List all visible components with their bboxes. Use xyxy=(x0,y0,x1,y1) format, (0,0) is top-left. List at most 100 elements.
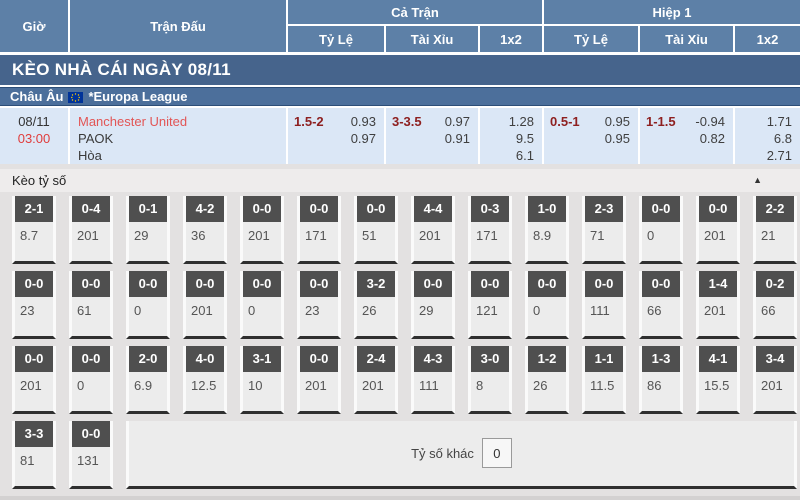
score-tile[interactable]: 0-0 xyxy=(72,271,110,297)
league-bar[interactable]: Châu Âu *Europa League xyxy=(0,87,800,106)
score-bet-cell[interactable]: 1-226 xyxy=(525,346,569,414)
half-1x2-draw[interactable]: 2.71 xyxy=(735,147,792,164)
score-tile[interactable]: 0-0 xyxy=(243,196,281,222)
score-tile[interactable]: 2-2 xyxy=(756,196,794,222)
half-handicap-odds-away[interactable]: 0.95 xyxy=(605,130,630,147)
score-bet-cell[interactable]: 4-4201 xyxy=(411,196,455,264)
score-tile[interactable]: 0-0 xyxy=(642,196,680,222)
score-bet-cell[interactable]: 0-3171 xyxy=(468,196,512,264)
score-tile[interactable]: 1-4 xyxy=(699,271,737,297)
score-bet-cell[interactable]: 1-08.9 xyxy=(525,196,569,264)
score-tile[interactable]: 0-4 xyxy=(72,196,110,222)
full-overunder-cell[interactable]: 3-3.5 0.97 0.91 xyxy=(386,108,480,164)
score-tile[interactable]: 0-0 xyxy=(699,196,737,222)
other-score-value-box[interactable]: 0 xyxy=(482,438,512,468)
half-handicap-cell[interactable]: 0.5-1 0.95 0.95 xyxy=(544,108,640,164)
score-tile[interactable]: 0-0 xyxy=(642,271,680,297)
score-tile[interactable]: 2-1 xyxy=(15,196,53,222)
score-tile[interactable]: 4-2 xyxy=(186,196,224,222)
score-bet-cell[interactable]: 1-111.5 xyxy=(582,346,626,414)
score-tile[interactable]: 1-1 xyxy=(585,346,623,372)
other-score-cell[interactable]: Tỷ số khác0 xyxy=(126,421,797,489)
score-tile[interactable]: 3-2 xyxy=(357,271,395,297)
score-bet-cell[interactable]: 0-061 xyxy=(69,271,113,339)
score-bet-cell[interactable]: 0-051 xyxy=(354,196,398,264)
away-team[interactable]: PAOK xyxy=(78,130,286,147)
score-tile[interactable]: 0-0 xyxy=(414,271,452,297)
score-tile[interactable]: 3-3 xyxy=(15,421,53,447)
score-bet-cell[interactable]: 0-0201 xyxy=(297,346,341,414)
score-tile[interactable]: 4-3 xyxy=(414,346,452,372)
score-bet-cell[interactable]: 0-00 xyxy=(240,271,284,339)
score-tile[interactable]: 4-0 xyxy=(186,346,224,372)
score-tile[interactable]: 0-0 xyxy=(585,271,623,297)
score-tile[interactable]: 2-3 xyxy=(585,196,623,222)
score-bet-cell[interactable]: 2-4201 xyxy=(354,346,398,414)
score-tile[interactable]: 0-0 xyxy=(300,196,338,222)
score-bet-cell[interactable]: 4-012.5 xyxy=(183,346,227,414)
score-tile[interactable]: 0-0 xyxy=(528,271,566,297)
score-tile[interactable]: 0-1 xyxy=(129,196,167,222)
score-bet-cell[interactable]: 0-023 xyxy=(12,271,56,339)
score-tile[interactable]: 0-2 xyxy=(756,271,794,297)
full-1x2-away[interactable]: 9.5 xyxy=(480,130,534,147)
score-bet-cell[interactable]: 0-00 xyxy=(639,196,683,264)
score-bet-cell[interactable]: 0-0201 xyxy=(240,196,284,264)
score-tile[interactable]: 2-0 xyxy=(129,346,167,372)
full-handicap-odds-home[interactable]: 0.93 xyxy=(351,113,376,130)
score-bet-cell[interactable]: 3-226 xyxy=(354,271,398,339)
half-1x2-home[interactable]: 1.71 xyxy=(735,113,792,130)
score-bet-cell[interactable]: 2-371 xyxy=(582,196,626,264)
half-handicap-odds-home[interactable]: 0.95 xyxy=(605,113,630,130)
score-tile[interactable]: 0-3 xyxy=(471,196,509,222)
score-bet-cell[interactable]: 0-0131 xyxy=(69,421,113,489)
collapse-triangle-icon[interactable]: ▲ xyxy=(753,175,762,185)
correct-score-header[interactable]: Kèo tỷ số ▲ xyxy=(0,169,800,192)
score-bet-cell[interactable]: 2-221 xyxy=(753,196,797,264)
score-bet-cell[interactable]: 0-066 xyxy=(639,271,683,339)
score-bet-cell[interactable]: 4-3111 xyxy=(411,346,455,414)
score-tile[interactable]: 3-1 xyxy=(243,346,281,372)
full-handicap-cell[interactable]: 1.5-2 0.93 0.97 xyxy=(288,108,386,164)
full-over-odds[interactable]: 0.97 xyxy=(445,113,470,130)
full-handicap-odds-away[interactable]: 0.97 xyxy=(351,130,376,147)
score-bet-cell[interactable]: 2-06.9 xyxy=(126,346,170,414)
score-bet-cell[interactable]: 2-18.7 xyxy=(12,196,56,264)
half-1x2-away[interactable]: 6.8 xyxy=(735,130,792,147)
score-tile[interactable]: 1-3 xyxy=(642,346,680,372)
score-tile[interactable]: 4-1 xyxy=(699,346,737,372)
score-bet-cell[interactable]: 1-4201 xyxy=(696,271,740,339)
full-under-odds[interactable]: 0.91 xyxy=(445,130,470,147)
score-bet-cell[interactable]: 0-00 xyxy=(69,346,113,414)
score-tile[interactable]: 0-0 xyxy=(129,271,167,297)
score-bet-cell[interactable]: 0-00 xyxy=(126,271,170,339)
score-tile[interactable]: 0-0 xyxy=(186,271,224,297)
score-bet-cell[interactable]: 4-115.5 xyxy=(696,346,740,414)
score-bet-cell[interactable]: 3-08 xyxy=(468,346,512,414)
half-under-odds[interactable]: 0.82 xyxy=(695,130,725,147)
score-bet-cell[interactable]: 0-0201 xyxy=(12,346,56,414)
score-bet-cell[interactable]: 0-023 xyxy=(297,271,341,339)
score-bet-cell[interactable]: 0-0171 xyxy=(297,196,341,264)
full-1x2-draw[interactable]: 6.1 xyxy=(480,147,534,164)
score-bet-cell[interactable]: 4-236 xyxy=(183,196,227,264)
score-bet-cell[interactable]: 1-386 xyxy=(639,346,683,414)
score-bet-cell[interactable]: 0-0201 xyxy=(183,271,227,339)
score-bet-cell[interactable]: 0-029 xyxy=(411,271,455,339)
half-over-odds[interactable]: -0.94 xyxy=(695,113,725,130)
score-tile[interactable]: 2-4 xyxy=(357,346,395,372)
score-tile[interactable]: 0-0 xyxy=(15,346,53,372)
score-tile[interactable]: 1-2 xyxy=(528,346,566,372)
score-tile[interactable]: 4-4 xyxy=(414,196,452,222)
score-tile[interactable]: 0-0 xyxy=(471,271,509,297)
score-tile[interactable]: 0-0 xyxy=(357,196,395,222)
score-tile[interactable]: 0-0 xyxy=(300,346,338,372)
score-bet-cell[interactable]: 0-00 xyxy=(525,271,569,339)
score-bet-cell[interactable]: 0-129 xyxy=(126,196,170,264)
score-tile[interactable]: 0-0 xyxy=(15,271,53,297)
home-team[interactable]: Manchester United xyxy=(78,113,286,130)
score-bet-cell[interactable]: 0-0111 xyxy=(582,271,626,339)
score-bet-cell[interactable]: 3-4201 xyxy=(753,346,797,414)
full-1x2-cell[interactable]: 1.28 9.5 6.1 xyxy=(480,108,544,164)
score-bet-cell[interactable]: 3-381 xyxy=(12,421,56,489)
